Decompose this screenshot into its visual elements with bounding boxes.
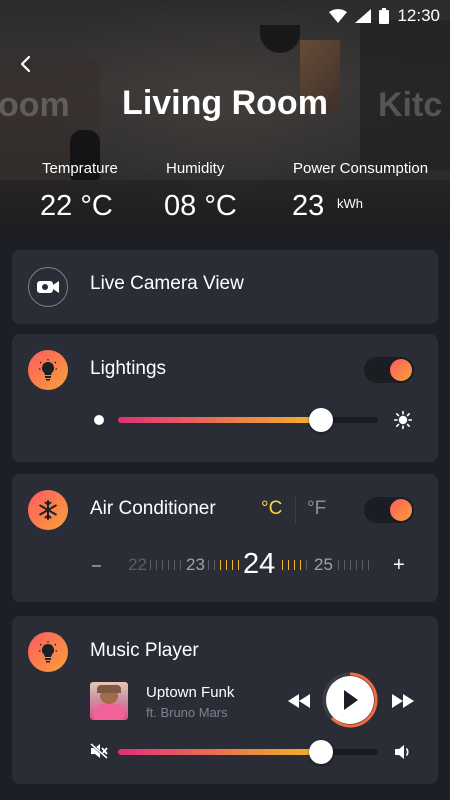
- brightness-slider-thumb[interactable]: [309, 408, 333, 432]
- volume-icon[interactable]: [394, 744, 412, 760]
- ac-card-title: Air Conditioner: [90, 498, 216, 519]
- camera-card-title: Live Camera View: [90, 273, 244, 294]
- temp-tick-label: 25: [314, 555, 333, 574]
- celsius-option[interactable]: °C: [261, 498, 282, 520]
- temperature-ruler[interactable]: 22 23 24 25: [98, 548, 398, 582]
- snowflake-icon: [39, 500, 57, 520]
- volume-slider-thumb[interactable]: [309, 740, 333, 764]
- song-title: Uptown Funk: [146, 684, 235, 701]
- current-temperature: 24: [243, 548, 276, 580]
- camera-icon-circle: [28, 267, 68, 307]
- bulb-icon: [39, 641, 57, 663]
- room-header: 12:30 oom Kitc Living Room Temprature 22…: [0, 0, 450, 240]
- bulb-icon: [39, 359, 57, 381]
- power-label: Power Consumption: [293, 160, 429, 177]
- camera-icon: [37, 281, 59, 293]
- lightings-card: Lightings: [12, 334, 438, 462]
- humidity-value: 08 °C: [164, 190, 237, 222]
- album-art: [90, 682, 128, 720]
- song-artist: ft. Bruno Mars: [146, 705, 228, 720]
- power-unit: kWh: [337, 196, 363, 211]
- status-bar: 12:30: [0, 0, 450, 32]
- power-value: 23: [292, 190, 325, 222]
- fahrenheit-option[interactable]: °F: [307, 498, 326, 520]
- temp-increase-button[interactable]: +: [393, 554, 405, 577]
- status-time: 12:30: [397, 6, 440, 25]
- play-icon: [344, 690, 358, 710]
- temperature-label: Temprature: [42, 160, 118, 177]
- wifi-icon: [329, 9, 348, 23]
- rewind-icon[interactable]: [288, 694, 310, 708]
- ac-card: Air Conditioner °C °F – 22 23 24 25 +: [12, 474, 438, 602]
- back-arrow-icon[interactable]: [14, 52, 38, 76]
- lightings-toggle[interactable]: [364, 357, 414, 383]
- bulb-icon-circle: [28, 350, 68, 390]
- fast-forward-icon[interactable]: [392, 694, 414, 708]
- unit-divider: [295, 496, 296, 524]
- battery-icon: [379, 8, 390, 24]
- music-icon-circle: [28, 632, 68, 672]
- room-title: Living Room: [122, 84, 328, 122]
- brightness-slider[interactable]: [118, 408, 378, 432]
- mute-icon[interactable]: [90, 743, 108, 759]
- music-card-title: Music Player: [90, 640, 199, 661]
- temp-tick-label: 23: [186, 555, 205, 574]
- camera-card[interactable]: Live Camera View: [12, 250, 438, 324]
- music-card: Music Player Uptown Funk ft. Bruno Mars: [12, 616, 438, 784]
- sun-icon: [394, 411, 412, 429]
- snowflake-icon-circle: [28, 490, 68, 530]
- temp-tick-label: 22: [128, 555, 147, 574]
- temperature-value: 22 °C: [40, 190, 113, 222]
- volume-slider[interactable]: [118, 740, 378, 764]
- signal-icon: [355, 9, 372, 23]
- ac-toggle[interactable]: [364, 497, 414, 523]
- brightness-min-dot: [94, 415, 104, 425]
- play-button[interactable]: [326, 676, 374, 724]
- humidity-label: Humidity: [166, 160, 225, 177]
- lightings-card-title: Lightings: [90, 358, 167, 379]
